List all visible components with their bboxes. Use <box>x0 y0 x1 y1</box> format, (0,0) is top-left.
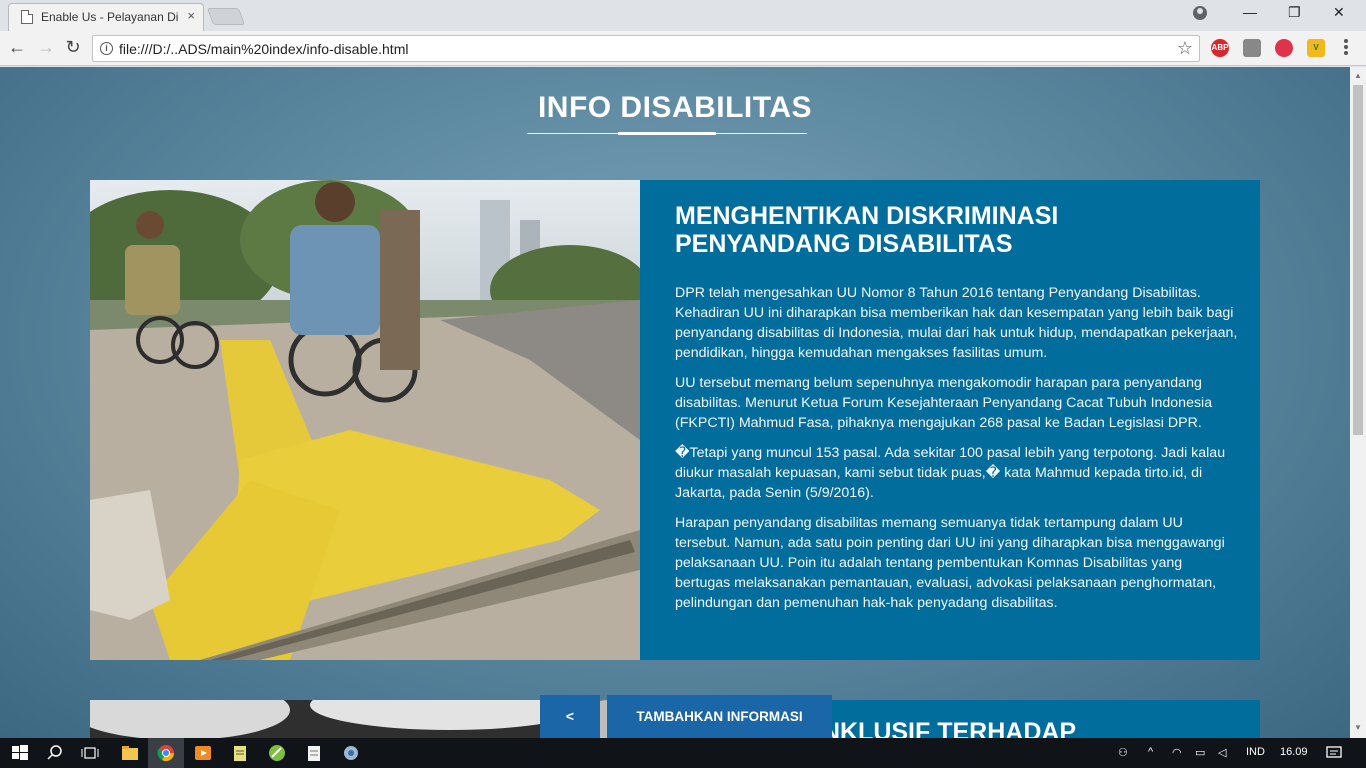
camera-icon[interactable] <box>1243 39 1261 57</box>
notepad-icon[interactable] <box>230 743 250 763</box>
new-tab-button[interactable] <box>206 8 246 25</box>
file-explorer-icon[interactable] <box>120 743 140 763</box>
article-title: MENGHENTIKAN DISKRIMINASI PENYANDANG DIS… <box>675 202 1059 258</box>
tab-close-icon[interactable]: × <box>187 8 195 23</box>
adblock-plus-icon[interactable]: ABP <box>1211 39 1229 57</box>
page-content: INFO DISABILITAS MENGHENTIKAN DISKRIMINA… <box>0 67 1350 738</box>
media-player-icon[interactable] <box>193 743 213 763</box>
article-paragraph: DPR telah mengesahkan UU Nomor 8 Tahun 2… <box>675 285 1238 361</box>
app-icon[interactable] <box>341 743 361 763</box>
article-paragraph: �Tetapi yang muncul 153 pasal. Ada sekit… <box>675 445 1226 501</box>
task-view-icon[interactable] <box>80 743 100 763</box>
article-paragraph: UU tersebut memang belum sepenuhnya meng… <box>675 375 1213 431</box>
tactile-paving-photo <box>90 180 640 660</box>
forward-button[interactable]: → <box>35 37 57 58</box>
v-icon[interactable]: V <box>1307 39 1325 57</box>
browser-tab[interactable]: Enable Us - Pelayanan Di × <box>8 3 204 31</box>
title-underline-accent <box>618 132 716 135</box>
battery-icon[interactable]: ▭ <box>1195 746 1205 759</box>
minimize-button[interactable]: — <box>1243 4 1257 20</box>
menu-icon[interactable] <box>1344 39 1348 57</box>
people-tray-icon[interactable]: ⚇ <box>1118 746 1128 759</box>
people-icon[interactable] <box>1275 39 1293 57</box>
reload-button[interactable]: ↻ <box>62 37 84 58</box>
language-indicator[interactable]: IND <box>1246 746 1265 758</box>
previous-button[interactable]: < <box>540 695 600 738</box>
clock[interactable]: 16.09 <box>1280 746 1308 758</box>
bookmark-star-icon[interactable]: ☆ <box>1177 38 1193 59</box>
article-photo <box>90 180 640 660</box>
url-text[interactable]: file:///D:/..ADS/main%20index/info-disab… <box>119 41 408 57</box>
section-title: INFO DISABILITAS <box>537 91 813 124</box>
scroll-thumb[interactable] <box>1353 85 1363 435</box>
article-card: MENGHENTIKAN DISKRIMINASI PENYANDANG DIS… <box>90 180 1260 660</box>
notifications-icon[interactable] <box>1324 743 1344 763</box>
browser-toolbar: ← → ↻ i file:///D:/..ADS/main%20index/in… <box>0 31 1366 66</box>
address-bar[interactable]: i file:///D:/..ADS/main%20index/info-dis… <box>92 35 1200 62</box>
tray-expand-icon[interactable]: ^ <box>1148 746 1153 758</box>
back-button[interactable]: ← <box>6 37 28 58</box>
wifi-icon[interactable]: ◠ <box>1172 746 1182 759</box>
page-icon <box>21 10 33 24</box>
windows-start-icon[interactable] <box>10 743 30 763</box>
restore-button[interactable]: ❐ <box>1288 4 1301 21</box>
close-window-button[interactable]: ✕ <box>1333 4 1345 21</box>
chrome-icon[interactable] <box>156 743 176 763</box>
article-text: MENGHENTIKAN DISKRIMINASI PENYANDANG DIS… <box>675 202 1240 623</box>
next-article-title: H INKLUSIF TERHADAP <box>790 718 1077 738</box>
volume-icon[interactable]: ◁ <box>1218 746 1226 759</box>
add-information-button[interactable]: TAMBAHKAN INFORMASI <box>607 695 832 738</box>
article-paragraph: Harapan penyandang disabilitas memang se… <box>675 515 1225 611</box>
scroll-down-icon[interactable]: ▼ <box>1354 723 1362 732</box>
notes-icon[interactable] <box>304 743 324 763</box>
tab-title: Enable Us - Pelayanan Di <box>41 10 179 24</box>
account-icon[interactable] <box>1193 6 1207 20</box>
app-green-icon[interactable] <box>267 743 287 763</box>
info-icon[interactable]: i <box>100 42 113 55</box>
page-scrollbar[interactable]: ▲ ▼ <box>1350 67 1366 738</box>
windows-taskbar: ⚇ ^ ◠ ▭ ◁ IND 16.09 <box>0 738 1366 768</box>
browser-tabstrip: Enable Us - Pelayanan Di × — ❐ ✕ <box>0 0 1366 31</box>
search-icon[interactable] <box>45 743 65 763</box>
scroll-up-icon[interactable]: ▲ <box>1354 71 1362 80</box>
